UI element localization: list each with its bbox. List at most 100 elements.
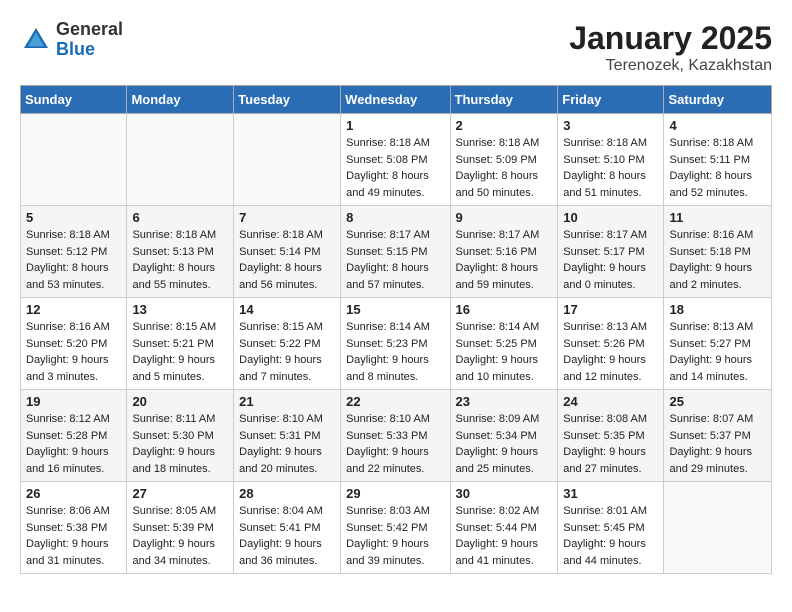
title-block: January 2025 Terenozek, Kazakhstan — [569, 20, 772, 75]
day-number: 24 — [563, 394, 658, 409]
day-number: 31 — [563, 486, 658, 501]
calendar-cell: 18 Sunrise: 8:13 AMSunset: 5:27 PMDayligh… — [664, 298, 772, 390]
day-number: 5 — [26, 210, 121, 225]
day-number: 28 — [239, 486, 335, 501]
calendar-header: SundayMondayTuesdayWednesdayThursdayFrid… — [21, 86, 772, 114]
calendar-cell — [234, 114, 341, 206]
day-number: 9 — [456, 210, 553, 225]
calendar-cell: 31 Sunrise: 8:01 AMSunset: 5:45 PMDayligh… — [558, 482, 664, 574]
calendar-cell: 16 Sunrise: 8:14 AMSunset: 5:25 PMDayligh… — [450, 298, 558, 390]
day-info: Sunrise: 8:15 AMSunset: 5:22 PMDaylight:… — [239, 319, 335, 385]
calendar-cell: 29 Sunrise: 8:03 AMSunset: 5:42 PMDayligh… — [341, 482, 450, 574]
day-number: 13 — [132, 302, 228, 317]
calendar-cell: 30Sunrise: 8:02 AMSunset: 5:44 PMDayligh… — [450, 482, 558, 574]
weekday-header: Wednesday — [341, 86, 450, 114]
day-info: Sunrise: 8:04 AMSunset: 5:41 PMDaylight:… — [239, 503, 335, 569]
day-info: Sunrise: 8:15 AMSunset: 5:21 PMDaylight:… — [132, 319, 228, 385]
weekday-header: Thursday — [450, 86, 558, 114]
calendar-cell: 14 Sunrise: 8:15 AMSunset: 5:22 PMDayligh… — [234, 298, 341, 390]
day-number: 17 — [563, 302, 658, 317]
logo-blue: Blue — [56, 40, 123, 60]
location: Terenozek, Kazakhstan — [569, 57, 772, 75]
day-number: 18 — [669, 302, 766, 317]
calendar-table: SundayMondayTuesdayWednesdayThursdayFrid… — [20, 85, 772, 574]
weekday-header: Monday — [127, 86, 234, 114]
day-number: 14 — [239, 302, 335, 317]
day-info: Sunrise: 8:13 AMSunset: 5:26 PMDaylight:… — [563, 319, 658, 385]
day-info: Sunrise: 8:18 AMSunset: 5:12 PMDaylight:… — [26, 227, 121, 293]
day-number: 21 — [239, 394, 335, 409]
day-info: Sunrise: 8:01 AMSunset: 5:45 PMDaylight:… — [563, 503, 658, 569]
calendar-week-row: 5 Sunrise: 8:18 AMSunset: 5:12 PMDaylight… — [21, 206, 772, 298]
day-number: 2 — [456, 118, 553, 133]
day-number: 16 — [456, 302, 553, 317]
calendar-cell: 8 Sunrise: 8:17 AMSunset: 5:15 PMDaylight… — [341, 206, 450, 298]
day-number: 25 — [669, 394, 766, 409]
calendar-body: 1 Sunrise: 8:18 AMSunset: 5:08 PMDaylight… — [21, 114, 772, 574]
calendar-cell: 10 Sunrise: 8:17 AMSunset: 5:17 PMDayligh… — [558, 206, 664, 298]
logo-general: General — [56, 20, 123, 40]
day-info: Sunrise: 8:05 AMSunset: 5:39 PMDaylight:… — [132, 503, 228, 569]
day-number: 11 — [669, 210, 766, 225]
calendar-cell: 23 Sunrise: 8:09 AMSunset: 5:34 PMDayligh… — [450, 390, 558, 482]
calendar-cell: 22Sunrise: 8:10 AMSunset: 5:33 PMDayligh… — [341, 390, 450, 482]
calendar-cell: 7 Sunrise: 8:18 AMSunset: 5:14 PMDaylight… — [234, 206, 341, 298]
day-info: Sunrise: 8:17 AMSunset: 5:16 PMDaylight:… — [456, 227, 553, 293]
calendar-cell: 24 Sunrise: 8:08 AMSunset: 5:35 PMDayligh… — [558, 390, 664, 482]
calendar-cell: 25Sunrise: 8:07 AMSunset: 5:37 PMDayligh… — [664, 390, 772, 482]
day-info: Sunrise: 8:16 AMSunset: 5:18 PMDaylight:… — [669, 227, 766, 293]
calendar-week-row: 1 Sunrise: 8:18 AMSunset: 5:08 PMDaylight… — [21, 114, 772, 206]
calendar-cell: 12Sunrise: 8:16 AMSunset: 5:20 PMDayligh… — [21, 298, 127, 390]
calendar-week-row: 19 Sunrise: 8:12 AMSunset: 5:28 PMDayligh… — [21, 390, 772, 482]
day-number: 22 — [346, 394, 444, 409]
day-info: Sunrise: 8:02 AMSunset: 5:44 PMDaylight:… — [456, 503, 553, 569]
logo-text: General Blue — [56, 20, 123, 60]
day-number: 26 — [26, 486, 121, 501]
day-info: Sunrise: 8:17 AMSunset: 5:17 PMDaylight:… — [563, 227, 658, 293]
day-info: Sunrise: 8:14 AMSunset: 5:25 PMDaylight:… — [456, 319, 553, 385]
day-number: 19 — [26, 394, 121, 409]
day-number: 27 — [132, 486, 228, 501]
day-info: Sunrise: 8:03 AMSunset: 5:42 PMDaylight:… — [346, 503, 444, 569]
day-info: Sunrise: 8:12 AMSunset: 5:28 PMDaylight:… — [26, 411, 121, 477]
calendar-cell: 15 Sunrise: 8:14 AMSunset: 5:23 PMDayligh… — [341, 298, 450, 390]
month-title: January 2025 — [569, 20, 772, 57]
calendar-cell: 13 Sunrise: 8:15 AMSunset: 5:21 PMDayligh… — [127, 298, 234, 390]
day-info: Sunrise: 8:18 AMSunset: 5:11 PMDaylight:… — [669, 135, 766, 201]
calendar-cell: 28 Sunrise: 8:04 AMSunset: 5:41 PMDayligh… — [234, 482, 341, 574]
calendar-week-row: 12Sunrise: 8:16 AMSunset: 5:20 PMDayligh… — [21, 298, 772, 390]
calendar-cell: 5 Sunrise: 8:18 AMSunset: 5:12 PMDaylight… — [21, 206, 127, 298]
weekday-header: Sunday — [21, 86, 127, 114]
calendar-cell — [127, 114, 234, 206]
day-info: Sunrise: 8:14 AMSunset: 5:23 PMDaylight:… — [346, 319, 444, 385]
day-info: Sunrise: 8:18 AMSunset: 5:09 PMDaylight:… — [456, 135, 553, 201]
day-info: Sunrise: 8:17 AMSunset: 5:15 PMDaylight:… — [346, 227, 444, 293]
day-number: 23 — [456, 394, 553, 409]
day-number: 7 — [239, 210, 335, 225]
day-number: 29 — [346, 486, 444, 501]
calendar-cell — [21, 114, 127, 206]
calendar-cell: 4Sunrise: 8:18 AMSunset: 5:11 PMDaylight… — [664, 114, 772, 206]
day-info: Sunrise: 8:09 AMSunset: 5:34 PMDaylight:… — [456, 411, 553, 477]
day-info: Sunrise: 8:06 AMSunset: 5:38 PMDaylight:… — [26, 503, 121, 569]
day-number: 1 — [346, 118, 444, 133]
calendar-cell: 11 Sunrise: 8:16 AMSunset: 5:18 PMDayligh… — [664, 206, 772, 298]
day-info: Sunrise: 8:18 AMSunset: 5:10 PMDaylight:… — [563, 135, 658, 201]
day-info: Sunrise: 8:10 AMSunset: 5:31 PMDaylight:… — [239, 411, 335, 477]
day-info: Sunrise: 8:13 AMSunset: 5:27 PMDaylight:… — [669, 319, 766, 385]
weekday-header: Friday — [558, 86, 664, 114]
calendar-cell: 19 Sunrise: 8:12 AMSunset: 5:28 PMDayligh… — [21, 390, 127, 482]
day-number: 10 — [563, 210, 658, 225]
day-number: 3 — [563, 118, 658, 133]
day-number: 8 — [346, 210, 444, 225]
day-number: 12 — [26, 302, 121, 317]
day-info: Sunrise: 8:18 AMSunset: 5:08 PMDaylight:… — [346, 135, 444, 201]
day-info: Sunrise: 8:18 AMSunset: 5:14 PMDaylight:… — [239, 227, 335, 293]
day-info: Sunrise: 8:08 AMSunset: 5:35 PMDaylight:… — [563, 411, 658, 477]
calendar-cell — [664, 482, 772, 574]
calendar-cell: 9 Sunrise: 8:17 AMSunset: 5:16 PMDaylight… — [450, 206, 558, 298]
weekday-row: SundayMondayTuesdayWednesdayThursdayFrid… — [21, 86, 772, 114]
weekday-header: Saturday — [664, 86, 772, 114]
day-number: 15 — [346, 302, 444, 317]
calendar-cell: 21 Sunrise: 8:10 AMSunset: 5:31 PMDayligh… — [234, 390, 341, 482]
